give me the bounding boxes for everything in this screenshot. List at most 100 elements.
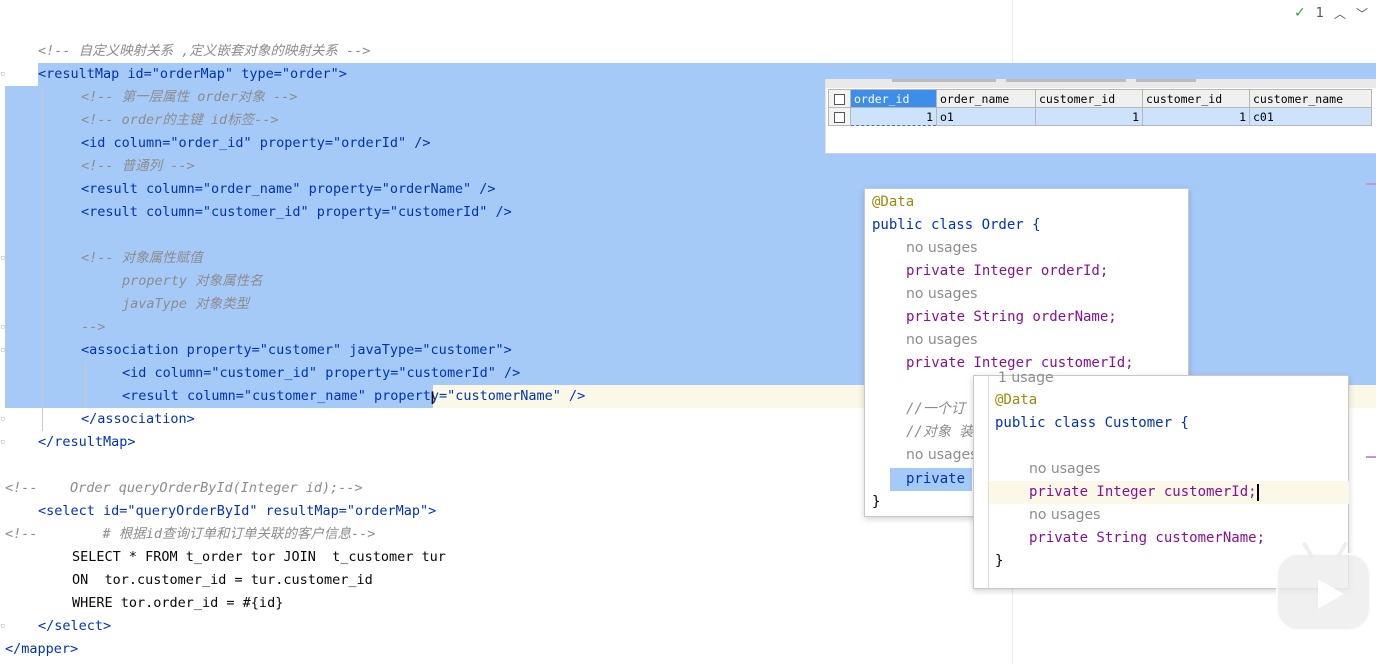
closing-brace: }	[872, 494, 881, 510]
fold-marker-icon[interactable]: ▫	[0, 247, 6, 270]
field-declaration: private Integer orderId;	[906, 263, 1109, 279]
code-line-3[interactable]: <!-- 第一层属性 order对象 -->	[81, 86, 297, 109]
fold-marker-icon[interactable]: ▫	[0, 615, 6, 638]
field-declaration: private	[906, 471, 966, 487]
table-cell[interactable]: 1	[1142, 107, 1250, 126]
annotation-text: @Data	[995, 392, 1038, 408]
xml-comment: <!-- 第一层属性 order对象 -->	[81, 89, 298, 105]
table-cell[interactable]: 1	[850, 107, 937, 126]
problems-count: 1	[1315, 5, 1324, 21]
code-line-8[interactable]: <result column="customer_id" property="c…	[81, 201, 512, 224]
xml-comment: <!-- order的主键 id标签-->	[81, 112, 279, 128]
column-header[interactable]: order_id	[850, 89, 937, 108]
code-line-15[interactable]: <id column="customer_id" property="custo…	[122, 362, 520, 385]
select-all-checkbox[interactable]	[834, 93, 845, 105]
field-declaration: private String customerName;	[1029, 530, 1266, 546]
usage-hint: no usages	[906, 332, 978, 348]
scroll-marker[interactable]	[1366, 183, 1376, 185]
sql-text: SELECT * FROM t_order tor JOIN t_custome…	[72, 549, 446, 565]
code-line-2[interactable]: <resultMap id="orderMap" type="order">	[38, 63, 347, 86]
column-header[interactable]: customer_id	[1035, 89, 1143, 108]
xml-tag: </association>	[81, 411, 195, 427]
code-line-14[interactable]: <association property="customer" javaTyp…	[81, 339, 512, 362]
code-line-6[interactable]: <!-- 普通列 -->	[81, 155, 195, 178]
class-declaration: public class Order {	[872, 217, 1041, 233]
field-declaration: private String orderName;	[906, 309, 1117, 325]
code-line-16[interactable]: <result column="customer_name" property=…	[122, 385, 585, 408]
code-comment: //一个订	[906, 401, 965, 417]
fold-marker-icon[interactable]: ▫	[0, 408, 6, 431]
code-comment: //对象 装	[906, 424, 974, 440]
xml-tag: <association property="customer" javaTyp…	[81, 342, 512, 358]
code-line-10[interactable]: <!-- 对象属性赋值	[81, 247, 203, 270]
indent-guide	[85, 362, 86, 408]
fold-marker-icon[interactable]: ▫	[0, 63, 6, 86]
code-line-5[interactable]: <id column="order_id" property="orderId"…	[81, 132, 431, 155]
xml-tag: </mapper>	[5, 641, 79, 657]
xml-tag: <select id="queryOrderById" resultMap="o…	[38, 503, 437, 519]
code-line-7[interactable]: <result column="order_name" property="or…	[81, 178, 496, 201]
usage-hint: no usages	[1029, 507, 1101, 523]
table-row[interactable]: 1 o1 1 1 c01	[828, 107, 1372, 126]
xml-comment: <!-- 普通列 -->	[81, 158, 195, 174]
code-line-4[interactable]: <!-- order的主键 id标签-->	[81, 109, 279, 132]
video-watermark-icon	[1276, 541, 1371, 631]
indent-guide	[988, 376, 989, 588]
code-line-11[interactable]: property 对象属性名	[122, 270, 263, 293]
table-header-row: order_id order_name customer_id customer…	[828, 89, 1372, 108]
fold-marker-icon[interactable]: ▫	[0, 339, 6, 362]
indent-guide	[42, 86, 43, 431]
xml-tag: <id column="order_id" property="orderId"…	[81, 135, 431, 151]
code-line-24[interactable]: ON tor.customer_id = tur.customer_id	[72, 569, 373, 592]
xml-comment: <!-- 自定义映射关系 ,定义嵌套对象的映射关系 -->	[38, 43, 371, 59]
row-checkbox[interactable]	[834, 111, 845, 123]
code-line-20[interactable]: <!-- Order queryOrderById(Integer id);--…	[5, 477, 363, 500]
code-line-26[interactable]: </select>	[38, 615, 111, 638]
result-toolbar	[826, 79, 1376, 88]
code-line-25[interactable]: WHERE tor.order_id = #{id}	[72, 592, 283, 615]
code-line-1[interactable]: <!-- 自定义映射关系 ,定义嵌套对象的映射关系 -->	[38, 40, 370, 63]
fold-marker-icon[interactable]: ▫	[0, 431, 6, 454]
result-table[interactable]: order_id order_name customer_id customer…	[828, 89, 1372, 126]
text-caret	[1256, 483, 1259, 501]
fold-marker-icon[interactable]: ▫	[0, 316, 6, 339]
code-line-21[interactable]: <select id="queryOrderById" resultMap="o…	[38, 500, 436, 523]
xml-comment: javaType 对象类型	[122, 296, 250, 312]
xml-tag: </resultMap>	[38, 434, 136, 450]
code-line-23[interactable]: SELECT * FROM t_order tor JOIN t_custome…	[72, 546, 446, 569]
code-line-12[interactable]: javaType 对象类型	[122, 293, 249, 316]
closing-brace: }	[995, 553, 1004, 569]
xml-comment: -->	[81, 319, 106, 335]
annotation-text: @Data	[872, 194, 915, 210]
code-line-27[interactable]: </mapper>	[5, 638, 78, 661]
class-declaration: public class Customer {	[995, 415, 1189, 431]
table-cell[interactable]: o1	[936, 107, 1036, 126]
xml-tag: <id column="customer_id" property="custo…	[122, 365, 521, 381]
column-header[interactable]: customer_name	[1249, 89, 1372, 108]
code-line-18[interactable]: </resultMap>	[38, 431, 136, 454]
usage-hint: no usages	[906, 447, 978, 463]
code-line-17[interactable]: </association>	[81, 408, 195, 431]
usage-hint: 1 usage	[998, 370, 1054, 386]
xml-comment: <!-- 对象属性赋值	[81, 250, 203, 266]
xml-comment: <!-- Order queryOrderById(Integer id);--…	[5, 480, 363, 496]
table-cell[interactable]: 1	[1035, 107, 1143, 126]
xml-tag: </select>	[38, 618, 112, 634]
usage-hint: no usages	[906, 286, 978, 302]
xml-tag: <result column="order_name" property="or…	[81, 181, 496, 197]
text-cursor-icon: I	[430, 389, 436, 409]
chevron-down-icon[interactable]: ﹀	[1356, 5, 1368, 22]
field-declaration: private Integer customerId;	[1029, 484, 1257, 500]
scroll-marker[interactable]	[1366, 456, 1376, 458]
chevron-up-icon[interactable]: ︿	[1334, 5, 1346, 22]
inspection-status[interactable]: ✓ 1 ︿ ﹀	[1294, 3, 1368, 23]
code-line-13[interactable]: -->	[81, 316, 105, 339]
column-header[interactable]: customer_id	[1142, 89, 1250, 108]
code-line-22[interactable]: <!-- # 根据id查询订单和订单关联的客户信息-->	[5, 523, 375, 546]
sql-text: ON tor.customer_id = tur.customer_id	[72, 572, 373, 588]
usage-hint: no usages	[1029, 461, 1101, 477]
column-header[interactable]: order_name	[936, 89, 1036, 108]
query-result-panel[interactable]: order_id order_name customer_id customer…	[825, 79, 1376, 154]
xml-tag: <result column="customer_id" property="c…	[81, 204, 512, 220]
table-cell[interactable]: c01	[1249, 107, 1372, 126]
